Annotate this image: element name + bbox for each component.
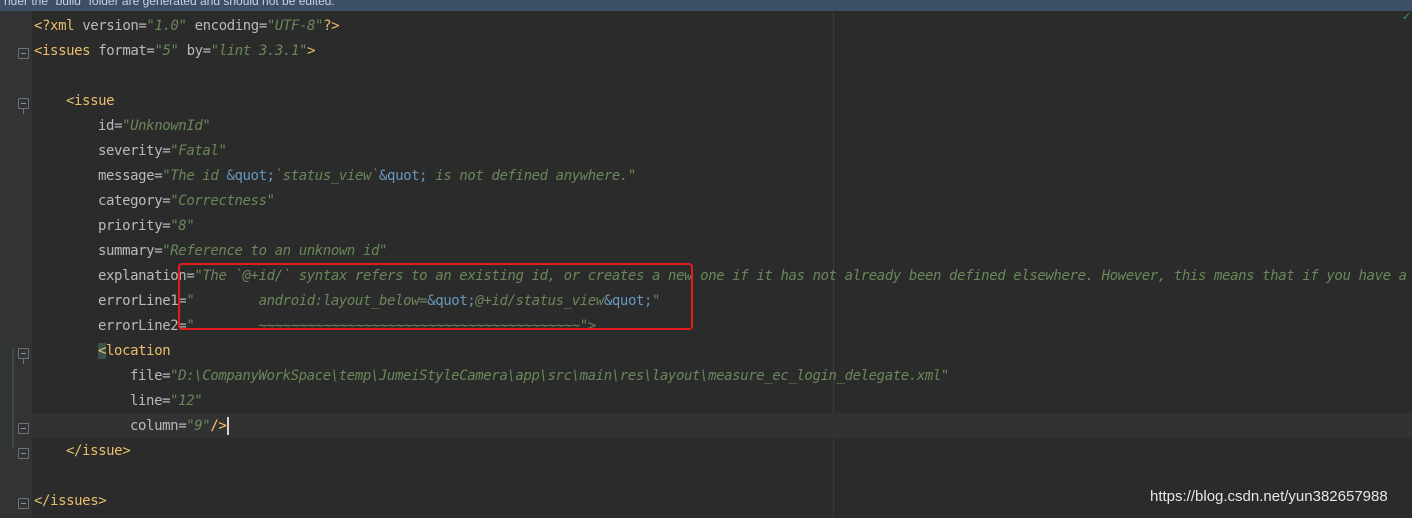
- code-line: <issues format="5" by="lint 3.3.1">: [34, 43, 316, 59]
- inspection-ok-check-icon[interactable]: ✓: [1402, 11, 1412, 23]
- code-line: message="The id &quot;`status_view`&quot…: [98, 168, 636, 184]
- current-line-highlight: [32, 413, 1412, 438]
- watermark-url: https://blog.csdn.net/yun382657988: [1150, 488, 1388, 505]
- fold-end-issue-icon[interactable]: [18, 448, 29, 459]
- code-line: column="9"/>: [130, 414, 230, 439]
- fold-toggle-location-icon[interactable]: [18, 348, 29, 364]
- fold-end-location-icon[interactable]: [18, 423, 29, 434]
- code-line: <issue: [66, 93, 115, 109]
- code-line: </issues>: [34, 493, 107, 509]
- code-line: file="D:\CompanyWorkSpace\temp\JumeiStyl…: [130, 368, 949, 384]
- code-line: </issue>: [66, 443, 131, 459]
- code-line: severity="Fatal": [98, 143, 227, 159]
- code-line: <?xml version="1.0" encoding="UTF-8"?>: [34, 18, 340, 34]
- code-line: priority="8": [98, 218, 195, 234]
- code-line: summary="Reference to an unknown id": [98, 243, 388, 259]
- text-caret: [227, 417, 230, 435]
- editor-notification-banner: nder the "build" folder are generated an…: [0, 0, 1412, 11]
- fold-toggle-issue-icon[interactable]: [18, 98, 29, 114]
- fold-toggle-issues-icon[interactable]: [18, 48, 29, 59]
- vcs-change-marker[interactable]: [12, 348, 14, 448]
- banner-text: nder the "build" folder are generated an…: [4, 0, 335, 8]
- code-line: category="Correctness": [98, 193, 275, 209]
- code-line: id="UnknownId": [98, 118, 211, 134]
- fold-end-issues-icon[interactable]: [18, 498, 29, 509]
- code-line: <location: [98, 343, 171, 359]
- annotation-highlight-box: [178, 263, 693, 330]
- code-line: line="12": [130, 393, 203, 409]
- editor-gutter[interactable]: [0, 11, 32, 518]
